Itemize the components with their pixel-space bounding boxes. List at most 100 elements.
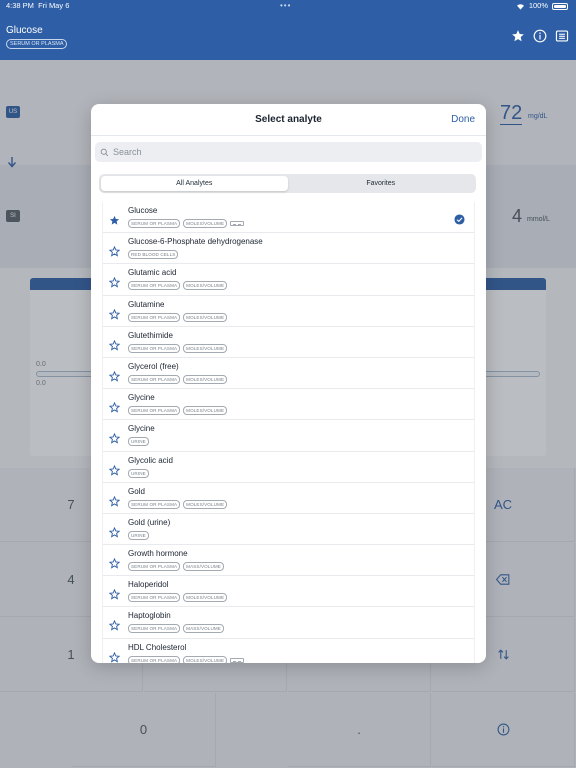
tab-all-analytes[interactable]: All Analytes <box>101 176 288 191</box>
analyte-tag: SERUM OR PLASMA <box>128 312 181 322</box>
analyte-tags: SERUM OR PLASMA MASS/VOLUME <box>128 562 224 572</box>
analyte-tags: SERUM OR PLASMA MOLES/VOLUME <box>128 343 228 353</box>
list-item[interactable]: Glycine SERUM OR PLASMA MOLES/VOLUME <box>103 389 474 421</box>
analyte-tags: SERUM OR PLASMA MOLES/VOLUME <box>128 281 228 291</box>
analyte-name: Glutamic acid <box>128 268 177 278</box>
analyte-tags: SERUM OR PLASMA MASS/VOLUME <box>128 624 224 634</box>
analyte-tags: URINE <box>128 468 149 478</box>
analyte-name: Gold <box>128 486 145 496</box>
analyte-tag: SERUM OR PLASMA <box>128 374 181 384</box>
analyte-tag: MOLES/VOLUME <box>183 655 228 663</box>
star-outline-icon[interactable] <box>108 307 121 320</box>
analyte-name: Glucose <box>128 206 158 215</box>
analyte-tags: SERUM OR PLASMA MOLES/VOLUME <box>128 593 228 603</box>
status-right: 100% <box>516 0 568 12</box>
info-icon[interactable] <box>532 28 547 43</box>
star-outline-icon[interactable] <box>108 244 121 257</box>
analyte-tag: RED BLOOD CELLS <box>128 250 179 260</box>
analyte-name: Glycine <box>128 393 155 403</box>
star-filled-icon[interactable] <box>109 213 120 225</box>
analyte-tag: SERUM OR PLASMA <box>128 219 181 228</box>
list-item[interactable]: Haptoglobin SERUM OR PLASMA MASS/VOLUME <box>103 607 474 639</box>
star-outline-icon[interactable] <box>108 650 121 663</box>
analyte-name: HDL Cholesterol <box>128 642 187 652</box>
star-outline-icon[interactable] <box>108 431 121 444</box>
star-outline-icon[interactable] <box>108 556 121 569</box>
list-item[interactable]: Glycine URINE <box>103 420 474 452</box>
ruler-icon <box>230 221 245 226</box>
star-outline-icon[interactable] <box>108 369 121 382</box>
analyte-tags: RED BLOOD CELLS <box>128 250 179 260</box>
star-outline-icon[interactable] <box>108 525 121 538</box>
analyte-tag: URINE <box>128 437 149 447</box>
star-outline-icon[interactable] <box>108 618 121 632</box>
analyte-tags: SERUM OR PLASMA MOLES/VOLUME <box>128 219 245 228</box>
list-icon[interactable] <box>554 28 569 43</box>
analyte-tag: MOLES/VOLUME <box>183 374 228 384</box>
analyte-name: Glutethimide <box>128 330 173 340</box>
list-item[interactable]: Glucose-6-Phosphate dehydrogenase RED BLO… <box>103 233 474 265</box>
analyte-name: Glycerol (free) <box>128 361 179 371</box>
analyte-tags: SERUM OR PLASMA MOLES/VOLUME <box>128 499 228 509</box>
page-title: Glucose <box>6 25 43 36</box>
analyte-name: Growth hormone <box>128 549 188 559</box>
star-outline-icon[interactable] <box>108 587 121 600</box>
star-outline-icon[interactable] <box>108 463 121 476</box>
star-outline-icon[interactable] <box>108 400 121 413</box>
analyte-name: Glycine <box>128 424 155 434</box>
list-item[interactable]: Gold (urine) URINE <box>103 514 474 546</box>
multitask-dots-icon[interactable]: ••• <box>280 0 291 12</box>
analyte-name: Haptoglobin <box>128 611 171 621</box>
list-item[interactable]: Glutethimide SERUM OR PLASMA MOLES/VOLUME <box>103 327 474 358</box>
list-item[interactable]: Glutamine SERUM OR PLASMA MOLES/VOLUME <box>103 296 474 327</box>
analyte-tag: MOLES/VOLUME <box>183 593 228 603</box>
analyte-tag: MASS/VOLUME <box>183 624 224 634</box>
done-button[interactable]: Done <box>451 114 475 125</box>
segmented-control: All Analytes Favorites <box>99 174 476 193</box>
checkmark-icon <box>454 212 465 225</box>
status-time: 4:38 PM Fri May 6 <box>6 0 69 12</box>
list-item[interactable]: Gold SERUM OR PLASMA MOLES/VOLUME <box>103 483 474 514</box>
search-icon <box>100 148 109 156</box>
analyte-tag: SERUM OR PLASMA <box>128 281 181 291</box>
modal-header: Select analyte Done <box>91 104 486 136</box>
analyte-name: Glutamine <box>128 299 165 309</box>
tab-favorites[interactable]: Favorites <box>288 176 475 191</box>
list-item[interactable]: Glucose SERUM OR PLASMA MOLES/VOLUME <box>103 202 474 234</box>
analyte-tag: MASS/VOLUME <box>183 562 224 572</box>
search-input[interactable] <box>113 147 453 157</box>
analyte-tags: URINE <box>128 530 149 540</box>
analyte-tag: SERUM OR PLASMA <box>128 406 181 416</box>
analyte-name: Haloperidol <box>128 580 169 590</box>
analyte-name: Glycolic acid <box>128 455 173 465</box>
list-item[interactable]: Glutamic acid SERUM OR PLASMA MOLES/VOLUME <box>103 264 474 296</box>
wifi-icon <box>516 3 524 10</box>
analyte-tags: SERUM OR PLASMA MOLES/VOLUME <box>128 374 228 384</box>
list-item[interactable]: Glycerol (free) SERUM OR PLASMA MOLES/VOLU… <box>103 358 474 390</box>
star-outline-icon[interactable] <box>108 275 121 288</box>
analyte-tag: MOLES/VOLUME <box>183 406 228 416</box>
battery-percent: 100% <box>528 1 548 10</box>
list-item[interactable]: Growth hormone SERUM OR PLASMA MASS/VOLUME <box>103 545 474 577</box>
analyte-list: Glucose SERUM OR PLASMA MOLES/VOLUME Glucos… <box>102 202 475 663</box>
status-bar: 4:38 PM Fri May 6 ••• 100% <box>0 0 576 12</box>
header-actions <box>510 28 569 43</box>
analyte-tag: SERUM OR PLASMA <box>128 624 181 634</box>
status-date: Fri May 6 <box>38 1 70 10</box>
select-analyte-modal: Select analyte Done All Analytes Favorit… <box>91 104 486 663</box>
list-item[interactable]: HDL Cholesterol SERUM OR PLASMA MOLES/VOLU… <box>103 639 474 663</box>
ruler-icon <box>230 657 245 663</box>
list-item[interactable]: Haloperidol SERUM OR PLASMA MOLES/VOLUME <box>103 576 474 608</box>
status-time-text: 4:38 PM <box>6 1 34 10</box>
star-icon[interactable] <box>510 28 525 43</box>
analyte-tag: SERUM OR PLASMA <box>128 655 181 663</box>
analyte-tag: MOLES/VOLUME <box>183 499 228 509</box>
star-outline-icon[interactable] <box>108 338 121 351</box>
star-outline-icon[interactable] <box>108 494 121 507</box>
analyte-tag: SERUM OR PLASMA <box>128 593 181 603</box>
analyte-tag: MOLES/VOLUME <box>183 343 228 353</box>
search-bar[interactable] <box>95 142 482 162</box>
list-item[interactable]: Glycolic acid URINE <box>103 452 474 483</box>
analyte-tag: MOLES/VOLUME <box>183 281 228 291</box>
app-header: 4:38 PM Fri May 6 ••• 100% Glucose SERUM… <box>0 0 576 60</box>
